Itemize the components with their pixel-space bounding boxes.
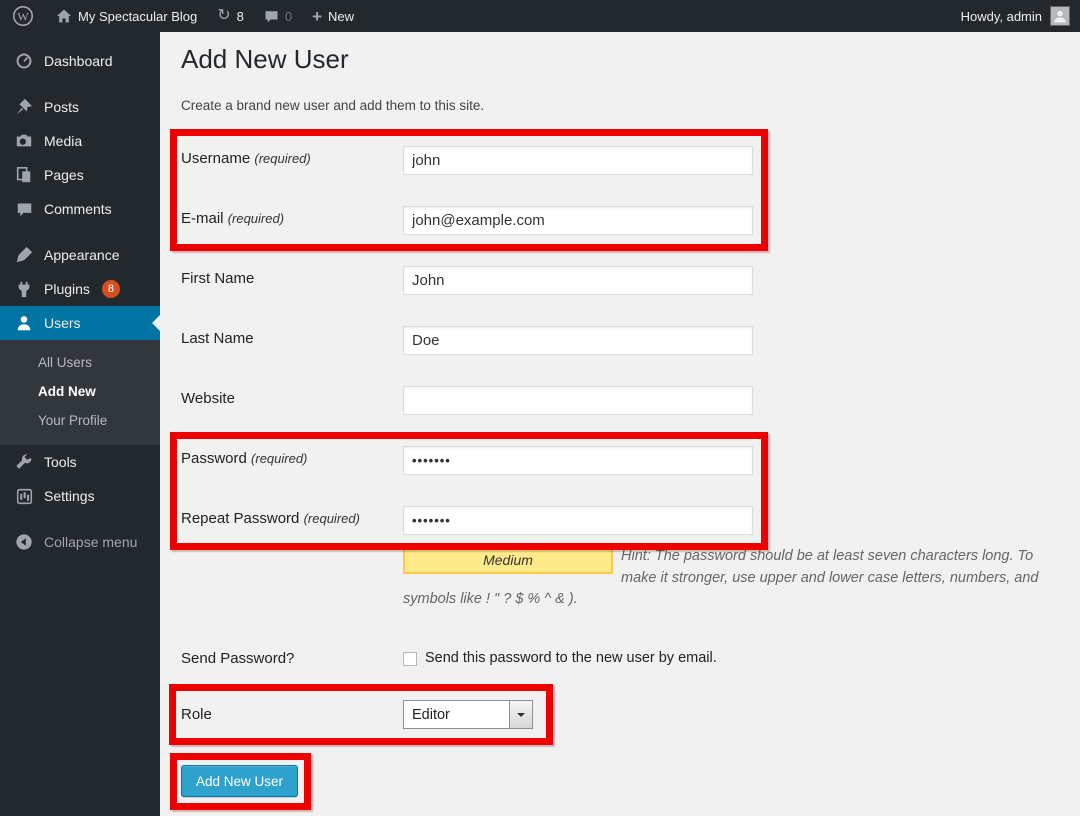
chevron-down-icon	[517, 713, 525, 721]
role-select[interactable]: Editor	[403, 700, 533, 729]
pushpin-icon	[14, 97, 34, 117]
comment-bubble-icon	[264, 9, 279, 24]
updates-icon: ↻	[217, 8, 230, 24]
email-label: E-mail (required)	[181, 210, 284, 227]
menu-separator	[0, 226, 160, 238]
sidebar-item-plugins[interactable]: Plugins 8	[0, 272, 160, 306]
svg-text:W: W	[17, 10, 29, 24]
sidebar-item-comments[interactable]: Comments	[0, 192, 160, 226]
wordpress-logo-icon[interactable]: W	[0, 0, 46, 32]
dashboard-icon	[14, 51, 34, 71]
website-input[interactable]	[403, 386, 753, 415]
sliders-icon	[14, 486, 34, 506]
site-name-link[interactable]: My Spectacular Blog	[46, 0, 207, 32]
plug-icon	[14, 279, 34, 299]
last-name-label: Last Name	[181, 330, 254, 347]
page-description: Create a brand new user and add them to …	[181, 98, 484, 113]
password-input[interactable]	[403, 446, 753, 475]
main-content: Add New User Create a brand new user and…	[160, 32, 1080, 816]
updates-link[interactable]: ↻ 8	[207, 0, 254, 32]
first-name-input[interactable]	[403, 266, 753, 295]
send-password-checkbox-label: Send this password to the new user by em…	[425, 650, 717, 666]
sidebar-item-posts[interactable]: Posts	[0, 90, 160, 124]
sidebar: Dashboard Posts Media Pages Comments	[0, 32, 160, 816]
new-label: New	[328, 9, 354, 24]
sidebar-item-users[interactable]: Users	[0, 306, 160, 340]
home-icon	[56, 8, 72, 24]
password-hint-area: Medium Hint: The password should be at l…	[403, 546, 1053, 611]
role-label: Role	[181, 706, 212, 723]
send-password-label: Send Password?	[181, 650, 294, 667]
sidebar-item-tools[interactable]: Tools	[0, 445, 160, 479]
page-title: Add New User	[181, 44, 349, 75]
submenu-item-add-new[interactable]: Add New	[0, 377, 160, 406]
comments-count: 0	[285, 9, 292, 24]
collapse-arrow-icon	[14, 532, 34, 552]
pages-icon	[14, 165, 34, 185]
submenu-item-your-profile[interactable]: Your Profile	[0, 406, 160, 435]
admin-bar: W My Spectacular Blog ↻ 8 0 + New Howdy,…	[0, 0, 1080, 32]
sidebar-item-pages[interactable]: Pages	[0, 158, 160, 192]
send-password-checkbox[interactable]	[403, 652, 417, 666]
repeat-password-label: Repeat Password (required)	[181, 510, 360, 527]
username-label: Username (required)	[181, 150, 311, 167]
updates-count: 8	[237, 9, 244, 24]
sidebar-item-media[interactable]: Media	[0, 124, 160, 158]
sidebar-item-collapse-menu[interactable]: Collapse menu	[0, 525, 160, 559]
plus-icon: +	[312, 8, 322, 25]
howdy-admin-link[interactable]: Howdy, admin	[961, 9, 1042, 24]
last-name-input[interactable]	[403, 326, 753, 355]
site-name: My Spectacular Blog	[78, 9, 197, 24]
active-menu-arrow	[144, 315, 160, 331]
email-field[interactable]	[403, 206, 753, 235]
password-strength-meter: Medium	[403, 546, 613, 574]
role-selected-value: Editor	[404, 707, 509, 723]
wrench-icon	[14, 452, 34, 472]
website-label: Website	[181, 390, 235, 407]
password-label: Password (required)	[181, 450, 307, 467]
submenu-item-all-users[interactable]: All Users	[0, 348, 160, 377]
new-content-link[interactable]: + New	[302, 0, 364, 32]
add-new-user-button[interactable]: Add New User	[181, 765, 298, 797]
select-dropdown-button[interactable]	[509, 701, 532, 728]
username-input[interactable]	[403, 146, 753, 175]
paintbrush-icon	[14, 245, 34, 265]
camera-icon	[14, 131, 34, 151]
comments-link[interactable]: 0	[254, 0, 302, 32]
comments-icon	[14, 199, 34, 219]
first-name-label: First Name	[181, 270, 254, 287]
avatar[interactable]	[1050, 6, 1070, 26]
menu-separator	[0, 78, 160, 90]
user-icon	[14, 313, 34, 333]
sidebar-item-settings[interactable]: Settings	[0, 479, 160, 513]
sidebar-item-dashboard[interactable]: Dashboard	[0, 44, 160, 78]
sidebar-item-appearance[interactable]: Appearance	[0, 238, 160, 272]
users-submenu: All Users Add New Your Profile	[0, 340, 160, 445]
repeat-password-input[interactable]	[403, 506, 753, 535]
plugins-update-badge: 8	[102, 280, 120, 298]
